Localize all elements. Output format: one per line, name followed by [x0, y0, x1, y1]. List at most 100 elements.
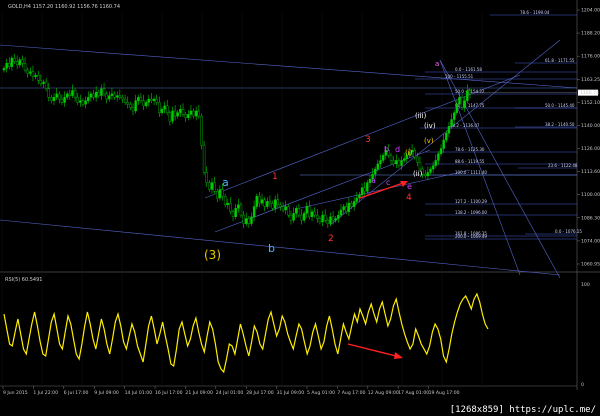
candle-body: [221, 189, 224, 197]
wave-label-red-1: 1: [272, 172, 278, 182]
candle-body: [292, 213, 295, 221]
candle-body: [231, 211, 235, 217]
price-axis-tick-label: 1060.95: [581, 262, 600, 268]
candle-body: [229, 202, 232, 212]
candle-body: [44, 81, 48, 90]
candle-body: [137, 97, 140, 101]
candle-body: [289, 214, 293, 221]
candle-body: [129, 103, 132, 108]
candle-body: [268, 201, 272, 204]
candle-body: [305, 206, 308, 214]
candle-body: [210, 182, 214, 190]
candle-body: [142, 100, 145, 107]
candle-body: [234, 208, 237, 217]
time-axis-tick-label: 16 Jul 17:00: [155, 390, 183, 396]
candle-body: [218, 189, 222, 199]
candle-body: [39, 80, 43, 84]
candle-body: [100, 88, 103, 96]
candle-body: [10, 57, 14, 67]
candle-body: [2, 68, 6, 71]
candle-body: [181, 109, 185, 115]
fib-level-label: 0.0 - 1161.58: [455, 67, 482, 72]
rsi-title: RSI(5) 60.5491: [5, 277, 42, 283]
candle-body: [163, 105, 166, 110]
candle-body: [73, 90, 77, 98]
chart-canvas: GOLD,H4 1157.20 1160.92 1156.76 1160.74 …: [0, 0, 600, 416]
candle-body: [447, 126, 451, 134]
candle-body: [55, 93, 58, 98]
candle-body: [402, 158, 406, 161]
candle-body: [374, 168, 377, 175]
candle-body: [397, 160, 401, 166]
candle-body: [202, 144, 206, 173]
candle-body: [310, 211, 314, 217]
candle-body: [323, 214, 327, 221]
candle-body: [281, 206, 285, 211]
candle-body: [84, 100, 87, 105]
candle-body: [247, 218, 251, 224]
wave-label-v: (v): [424, 137, 434, 145]
fib-level-label: 100.0 - 1111.40: [455, 170, 487, 175]
candle-body: [213, 182, 216, 192]
fib-level-label: 100 - 1155.51: [445, 74, 474, 79]
wave-label-i: (i): [405, 149, 413, 157]
time-axis-tick-label: 31 Jul 09:00: [277, 390, 305, 396]
fib-level-label: 0.0 - 1076.15: [555, 229, 582, 234]
candle-body: [424, 173, 427, 177]
candle-body: [431, 165, 435, 170]
candle-body: [192, 110, 195, 117]
candle-body: [52, 97, 56, 101]
candle-body: [131, 107, 135, 112]
candle-body: [345, 206, 348, 212]
candle-body: [147, 98, 151, 103]
candle-body: [245, 218, 248, 224]
candle-body: [34, 74, 37, 78]
time-axis-tick-label: 24 Jul 01:00: [216, 390, 244, 396]
candle-body: [279, 204, 282, 207]
candle-body: [326, 220, 330, 224]
candle-body: [460, 97, 464, 108]
time-axis-tick-label: 17 Aug 01:00: [398, 390, 429, 396]
candle-body: [173, 110, 177, 117]
candle-body: [352, 201, 356, 207]
candle-body: [223, 196, 227, 206]
candle-body: [331, 216, 335, 221]
candle-body: [442, 139, 445, 149]
candle-body: [160, 109, 164, 113]
candle-body: [87, 97, 90, 101]
candle-body: [105, 93, 108, 100]
candle-body: [21, 59, 24, 64]
candle-body: [58, 93, 61, 100]
candle-body: [334, 218, 337, 221]
candle-body: [113, 93, 116, 98]
wave-label-top-a: a: [435, 60, 439, 68]
fib-level-label: 127.2 - 1100.29: [455, 199, 487, 204]
candle-body: [5, 63, 8, 69]
candle-body: [266, 201, 269, 207]
candle-body: [176, 112, 179, 117]
candle-body: [258, 196, 261, 204]
candle-body: [15, 61, 19, 66]
wave-label-a-minor: a: [371, 176, 376, 185]
candle-body: [63, 97, 66, 103]
candle-body: [237, 204, 240, 209]
candle-body: [29, 71, 32, 74]
fib-level-label: 38.2 - 1140.50: [545, 122, 575, 127]
candle-body: [347, 202, 351, 212]
candle-body: [108, 95, 111, 100]
candle-body: [200, 115, 203, 146]
candle-body: [360, 187, 364, 195]
candle-body: [463, 100, 466, 108]
candle-body: [139, 97, 143, 101]
candle-body: [355, 197, 358, 202]
candle-body: [126, 102, 129, 105]
wave-label-iii: (iii): [415, 112, 427, 120]
candle-body: [381, 155, 385, 161]
price-axis-tick-label: 1152.10: [581, 100, 600, 106]
candle-body: [439, 148, 443, 154]
candle-body: [466, 90, 469, 101]
price-axis-tick-label: 1100.00: [581, 192, 600, 198]
current-price-label: 1160.74: [580, 90, 599, 96]
candle-body: [197, 110, 201, 117]
candle-body: [116, 95, 119, 98]
